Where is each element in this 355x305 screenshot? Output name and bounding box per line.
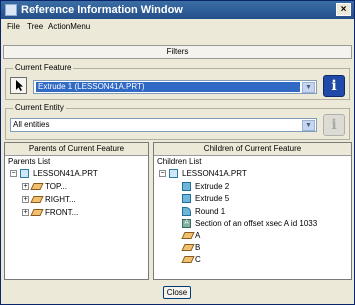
tree-item-label: LESSON41A.PRT <box>182 169 247 178</box>
current-entity-label: Current Entity <box>13 103 66 112</box>
menu-bar: File Tree ActionMenu <box>1 19 354 35</box>
tree-item-label: Extrude 2 <box>195 182 230 191</box>
reference-information-window: Reference Information Window × File Tree… <box>0 0 355 305</box>
datum-plane-icon <box>30 183 44 190</box>
menu-tree[interactable]: Tree <box>27 22 43 31</box>
title-bar: Reference Information Window × <box>1 1 354 19</box>
datum-plane-icon <box>181 244 195 251</box>
tree-item-label: Extrude 5 <box>195 194 230 203</box>
chevron-down-icon[interactable]: ▼ <box>302 120 315 131</box>
collapse-icon[interactable]: − <box>159 170 166 177</box>
datum-plane-icon <box>181 232 195 239</box>
parents-panel-header: Parents of Current Feature <box>5 143 148 156</box>
datum-plane-icon <box>181 256 195 263</box>
expand-icon[interactable]: + <box>22 209 29 216</box>
close-button[interactable]: Close <box>163 286 191 299</box>
current-feature-label: Current Feature <box>13 63 74 72</box>
entity-info-button: i <box>323 114 345 136</box>
datum-plane-icon <box>30 196 44 203</box>
children-panel: Children of Current Feature Children Lis… <box>153 142 352 280</box>
part-icon <box>169 169 178 178</box>
tree-item-label: TOP... <box>45 182 67 191</box>
pick-feature-button[interactable] <box>10 77 27 94</box>
children-list-label: Children List <box>157 157 202 166</box>
tree-item-label: Section of an offset xsec A id 1033 <box>195 219 318 228</box>
extrude-icon <box>182 182 191 191</box>
datum-plane-icon <box>30 209 44 216</box>
part-icon <box>20 169 29 178</box>
feature-info-button[interactable]: i <box>323 75 345 97</box>
tree-item-label: B <box>195 243 201 252</box>
filters-button[interactable]: Filters <box>3 45 352 59</box>
current-entity-value: All entities <box>13 120 50 129</box>
menu-actionmenu[interactable]: ActionMenu <box>48 22 90 31</box>
menu-file[interactable]: File <box>7 22 20 31</box>
collapse-icon[interactable]: − <box>10 170 17 177</box>
tree-item-label: A <box>195 231 201 240</box>
arrow-cursor-icon <box>16 80 23 91</box>
expand-icon[interactable]: + <box>22 196 29 203</box>
children-panel-header: Children of Current Feature <box>154 143 351 156</box>
window-close-icon[interactable]: × <box>336 3 351 16</box>
tree-item-label: Round 1 <box>195 207 226 216</box>
chevron-down-icon[interactable]: ▼ <box>302 82 315 93</box>
current-feature-value: Extrude 1 (LESSON41A.PRT) <box>36 82 300 92</box>
window-title: Reference Information Window <box>21 4 183 16</box>
tree-item-label: FRONT... <box>45 208 79 217</box>
window-icon <box>5 4 17 16</box>
tree-item-label: RIGHT... <box>45 195 76 204</box>
tree-item-label: LESSON41A.PRT <box>33 169 98 178</box>
parents-list-label: Parents List <box>8 157 51 166</box>
parents-panel: Parents of Current Feature Parents List … <box>4 142 149 280</box>
round-icon <box>182 207 191 216</box>
expand-icon[interactable]: + <box>22 183 29 190</box>
current-entity-select[interactable]: All entities ▼ <box>10 118 317 132</box>
tree-item-label: C <box>195 255 201 264</box>
section-icon: A <box>182 219 191 228</box>
extrude-icon <box>182 194 191 203</box>
current-feature-select[interactable]: Extrude 1 (LESSON41A.PRT) ▼ <box>33 80 317 94</box>
